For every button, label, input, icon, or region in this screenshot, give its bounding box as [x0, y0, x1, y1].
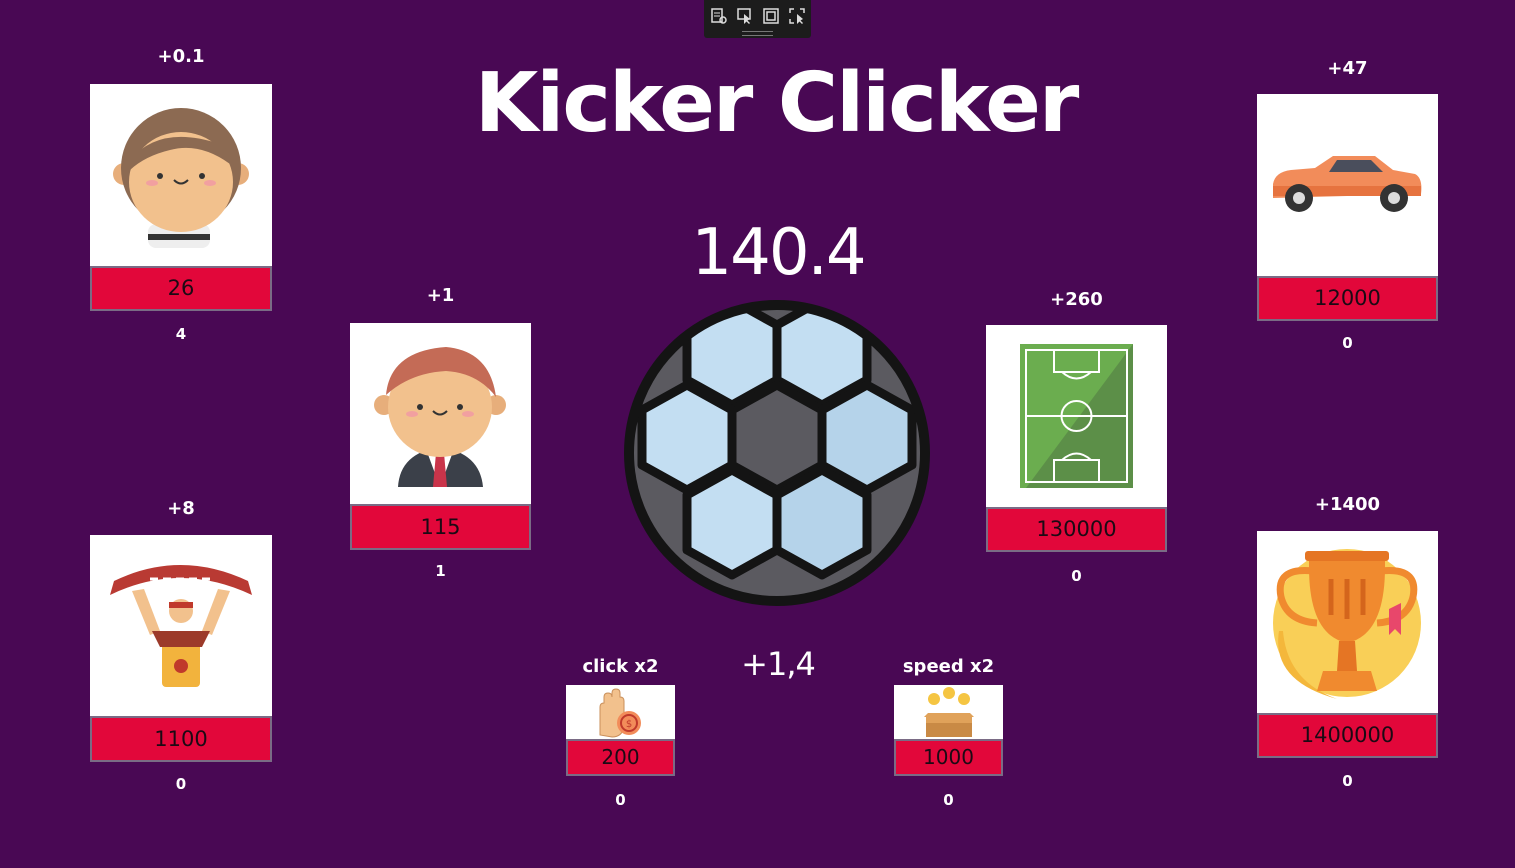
per-click-rate: +1,4: [741, 645, 816, 683]
stadium-owned-count: 0: [1071, 567, 1082, 585]
toolbar-drag-handle[interactable]: [742, 31, 773, 36]
soccer-ball-button[interactable]: [622, 300, 932, 606]
car-owned-count: 0: [1342, 334, 1353, 352]
car-icon: [1273, 156, 1422, 212]
manager-bonus: +1: [426, 285, 455, 306]
stadium-bonus: +260: [1050, 289, 1103, 310]
fan-owned-count: 0: [175, 775, 187, 793]
kid-bonus: +0.1: [157, 46, 205, 67]
kid-player-icon: [113, 108, 249, 248]
capture-toolbar: [704, 0, 811, 38]
trophy-buy-button[interactable]: 1400000: [1257, 713, 1438, 758]
stadium-card[interactable]: [986, 325, 1167, 507]
score-counter: 140.4: [691, 216, 866, 290]
manager-owned-count: 1: [435, 562, 446, 580]
kid-owned-count: 4: [175, 325, 187, 343]
window-capture-icon[interactable]: [762, 7, 780, 25]
manager-icon: [374, 347, 506, 487]
kid-card[interactable]: [90, 84, 272, 266]
click-upgrade-card[interactable]: $: [566, 685, 675, 740]
stadium-buy-button[interactable]: 130000: [986, 507, 1167, 552]
car-bonus: +47: [1327, 58, 1368, 79]
trophy-card[interactable]: [1257, 531, 1438, 713]
football-pitch-icon: [1020, 344, 1133, 488]
car-buy-button[interactable]: 12000: [1257, 276, 1438, 321]
fan-buy-button[interactable]: 1100: [90, 716, 272, 762]
trophy-bonus: +1400: [1314, 494, 1381, 515]
click-upgrade-label: click x2: [582, 656, 659, 677]
fan-scarf-icon: [110, 565, 252, 687]
click-upgrade-owned-count: 0: [615, 791, 626, 809]
kid-buy-button[interactable]: 26: [90, 266, 272, 311]
car-card[interactable]: [1257, 94, 1438, 276]
trophy-icon: [1273, 549, 1421, 699]
soccer-ball-icon: [624, 300, 930, 606]
speed-upgrade-owned-count: 0: [943, 791, 954, 809]
speed-upgrade-card[interactable]: [894, 685, 1003, 740]
fan-bonus: +8: [167, 498, 195, 519]
manager-card[interactable]: [350, 323, 531, 504]
coin-hand-icon: $: [599, 688, 641, 738]
capture-settings-icon[interactable]: [710, 7, 728, 25]
speed-upgrade-label: speed x2: [902, 656, 995, 677]
svg-text:$: $: [626, 719, 632, 730]
trophy-owned-count: 0: [1342, 772, 1353, 790]
money-box-icon: [924, 687, 974, 737]
select-cursor-icon[interactable]: [736, 7, 754, 25]
click-upgrade-buy-button[interactable]: 200: [566, 739, 675, 776]
manager-buy-button[interactable]: 115: [350, 504, 531, 550]
region-capture-icon[interactable]: [788, 7, 806, 25]
fan-card[interactable]: [90, 535, 272, 716]
speed-upgrade-buy-button[interactable]: 1000: [894, 739, 1003, 776]
